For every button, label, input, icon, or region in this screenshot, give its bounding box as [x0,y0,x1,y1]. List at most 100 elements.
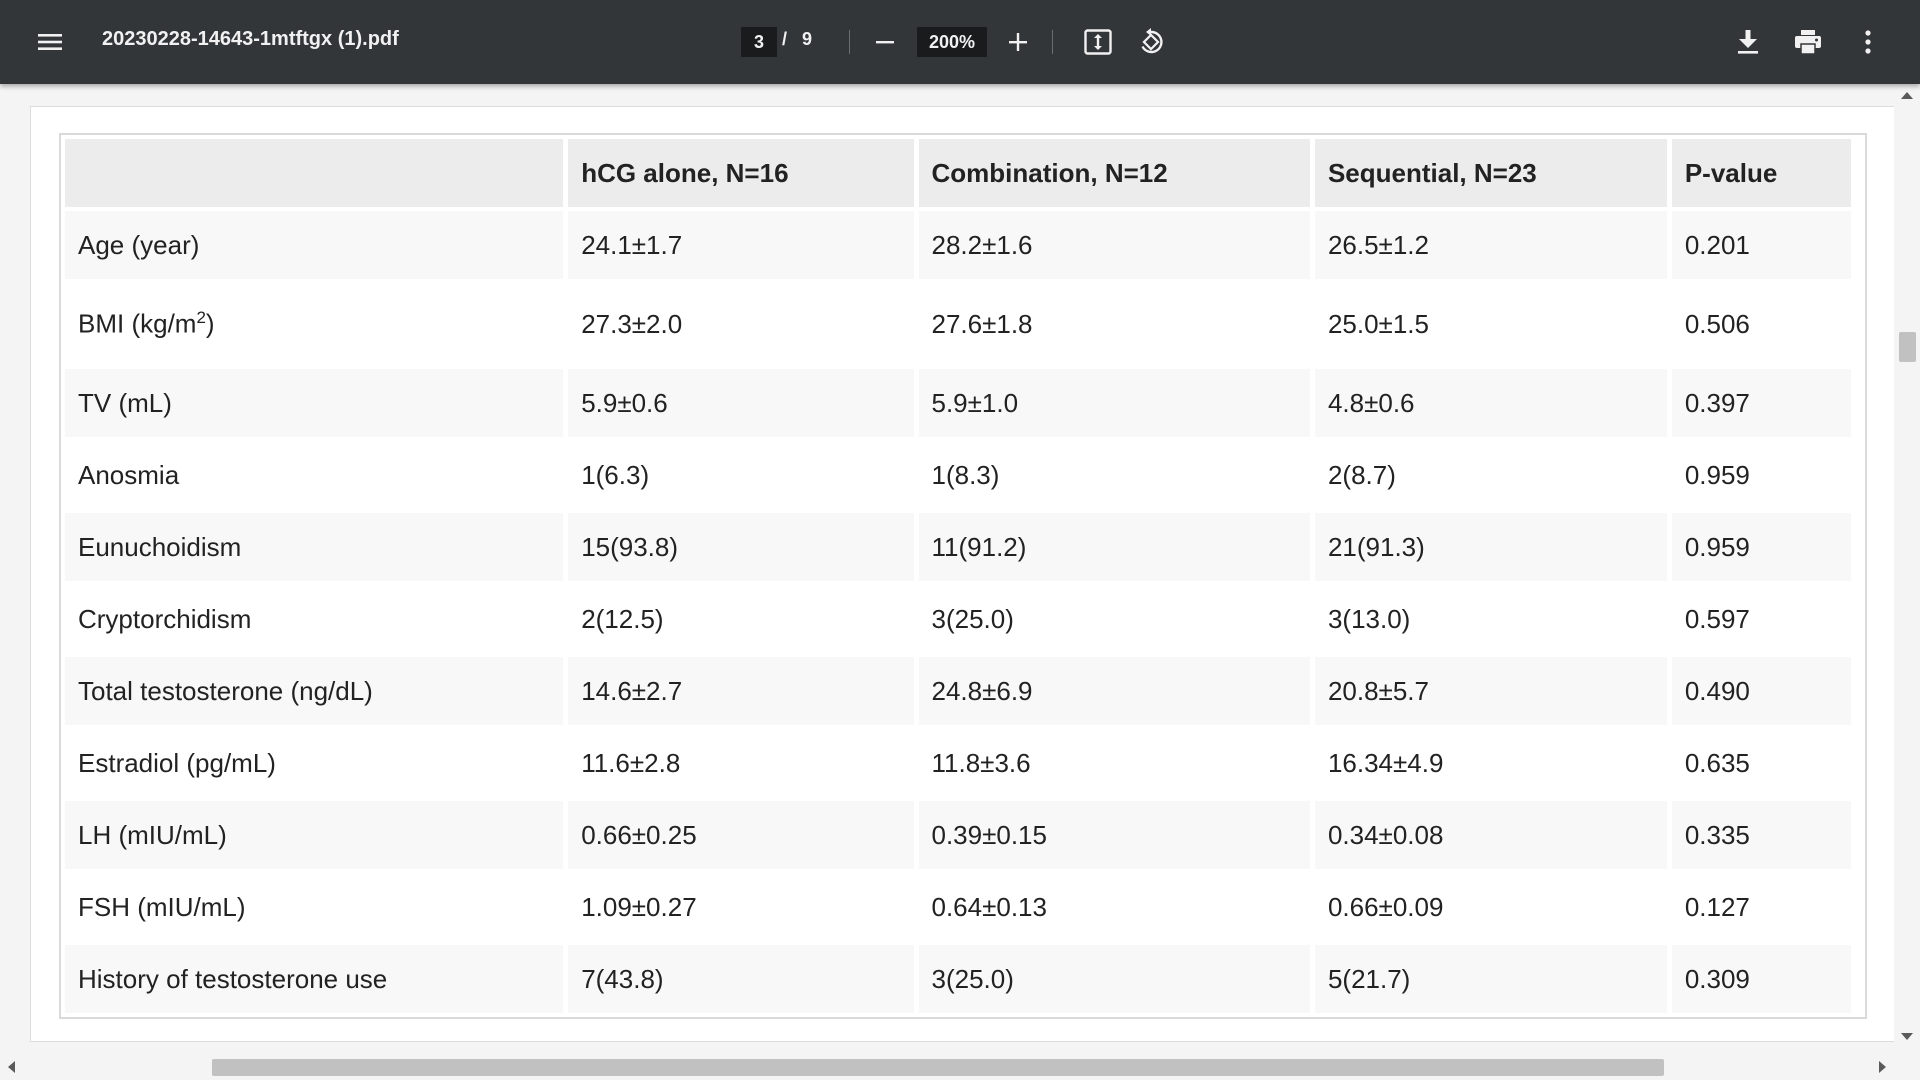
download-button[interactable] [1730,24,1766,60]
table-cell: 0.959 [1671,513,1851,585]
table-cell: 0.34±0.08 [1314,801,1667,873]
document-viewer[interactable]: hCG alone, N=16 Combination, N=12 Sequen… [0,84,1920,1080]
fit-to-page-icon [1084,29,1112,55]
hamburger-menu-icon[interactable] [32,24,68,60]
print-icon [1795,30,1821,55]
table-cell: 11.6±2.8 [568,729,914,801]
table-cell: 3(13.0) [1314,585,1667,657]
table-cell: 26.5±1.2 [1314,211,1667,283]
table-cell: 24.8±6.9 [918,657,1310,729]
pdf-page: hCG alone, N=16 Combination, N=12 Sequen… [30,106,1902,1042]
vertical-scroll-thumb[interactable] [1899,332,1916,362]
table-cell: 25.0±1.5 [1314,283,1667,369]
table-row: Cryptorchidism 2(12.5) 3(25.0) 3(13.0) 0… [65,585,1851,657]
table-cell: 5.9±1.0 [918,369,1310,441]
table-frame: hCG alone, N=16 Combination, N=12 Sequen… [59,133,1867,1019]
table-row: History of testosterone use 7(43.8) 3(25… [65,945,1851,1017]
table-cell: 0.335 [1671,801,1851,873]
column-header: Sequential, N=23 [1314,139,1667,211]
table-cell: 24.1±1.7 [568,211,914,283]
row-label: Cryptorchidism [65,585,564,657]
table-cell: 1.09±0.27 [568,873,914,945]
table-cell: 15(93.8) [568,513,914,585]
column-header [65,139,564,211]
table-cell: 1(6.3) [568,441,914,513]
row-label: Age (year) [65,211,564,283]
row-label: Eunuchoidism [65,513,564,585]
table-cell: 0.201 [1671,211,1851,283]
table-cell: 0.127 [1671,873,1851,945]
rotate-counterclockwise-icon [1141,28,1163,54]
table-cell: 2(8.7) [1314,441,1667,513]
row-label: BMI (kg/m2) [65,283,564,369]
document-title: 20230228-14643-1mtftgx (1).pdf [102,28,399,50]
table-cell: 5.9±0.6 [568,369,914,441]
table-row: Anosmia 1(6.3) 1(8.3) 2(8.7) 0.959 [65,441,1851,513]
table-cell: 20.8±5.7 [1314,657,1667,729]
table-cell: 0.490 [1671,657,1851,729]
table-cell: 0.66±0.09 [1314,873,1667,945]
table-cell: 7(43.8) [568,945,914,1017]
column-header: P-value [1671,139,1851,211]
horizontal-scrollbar[interactable] [0,1054,1894,1080]
download-icon [1738,30,1758,54]
table-cell: 14.6±2.7 [568,657,914,729]
scroll-left-arrow-icon[interactable] [8,1061,15,1073]
scroll-down-arrow-icon[interactable] [1901,1033,1913,1040]
table-row: FSH (mIU/mL) 1.09±0.27 0.64±0.13 0.66±0.… [65,873,1851,945]
table-row: BMI (kg/m2) 27.3±2.0 27.6±1.8 25.0±1.5 0… [65,283,1851,369]
table-cell: 21(91.3) [1314,513,1667,585]
zoom-out-button[interactable] [867,24,903,60]
table-cell: 0.64±0.13 [918,873,1310,945]
table-cell: 1(8.3) [918,441,1310,513]
vertical-scrollbar[interactable] [1894,84,1920,1046]
table-cell: 27.6±1.8 [918,283,1310,369]
table-cell: 0.66±0.25 [568,801,914,873]
row-label: TV (mL) [65,369,564,441]
page-number-input[interactable] [741,27,777,57]
rotate-button[interactable] [1133,24,1169,60]
fit-to-page-button[interactable] [1080,24,1116,60]
table-cell: 11(91.2) [918,513,1310,585]
page-separator: / [782,29,788,49]
table-row: TV (mL) 5.9±0.6 5.9±1.0 4.8±0.6 0.397 [65,369,1851,441]
table-cell: 0.309 [1671,945,1851,1017]
table-header-row: hCG alone, N=16 Combination, N=12 Sequen… [65,139,1851,211]
table-cell: 0.39±0.15 [918,801,1310,873]
table-cell: 16.34±4.9 [1314,729,1667,801]
row-label-suffix: ) [205,308,215,339]
table-cell: 3(25.0) [918,585,1310,657]
row-label: History of testosterone use [65,945,564,1017]
table-cell: 0.506 [1671,283,1851,369]
row-label: Estradiol (pg/mL) [65,729,564,801]
scroll-up-arrow-icon[interactable] [1901,92,1913,99]
pdf-toolbar: 20230228-14643-1mtftgx (1).pdf / 9 200% [0,0,1920,84]
more-vertical-icon [1865,30,1871,54]
table-cell: 0.959 [1671,441,1851,513]
table-cell: 4.8±0.6 [1314,369,1667,441]
row-label-superscript: 2 [196,308,206,328]
more-options-button[interactable] [1850,24,1886,60]
print-button[interactable] [1790,24,1826,60]
scroll-right-arrow-icon[interactable] [1879,1061,1886,1073]
table-cell: 0.397 [1671,369,1851,441]
zoom-in-button[interactable] [1000,24,1036,60]
row-label: Anosmia [65,441,564,513]
table-cell: 5(21.7) [1314,945,1667,1017]
toolbar-divider [1052,30,1053,54]
table-cell: 2(12.5) [568,585,914,657]
page-total: 9 [802,29,813,49]
table-row: Age (year) 24.1±1.7 28.2±1.6 26.5±1.2 0.… [65,211,1851,283]
horizontal-scroll-thumb[interactable] [212,1059,1664,1076]
row-label-text: BMI (kg/m [78,308,197,339]
table-row: Estradiol (pg/mL) 11.6±2.8 11.8±3.6 16.3… [65,729,1851,801]
row-label: LH (mIU/mL) [65,801,564,873]
minus-icon [876,41,894,44]
data-table: hCG alone, N=16 Combination, N=12 Sequen… [60,139,1856,1017]
table-cell: 11.8±3.6 [918,729,1310,801]
table-cell: 28.2±1.6 [918,211,1310,283]
column-header: hCG alone, N=16 [568,139,914,211]
table-row: Eunuchoidism 15(93.8) 11(91.2) 21(91.3) … [65,513,1851,585]
zoom-level-field[interactable]: 200% [917,27,987,57]
table-row: Total testosterone (ng/dL) 14.6±2.7 24.8… [65,657,1851,729]
